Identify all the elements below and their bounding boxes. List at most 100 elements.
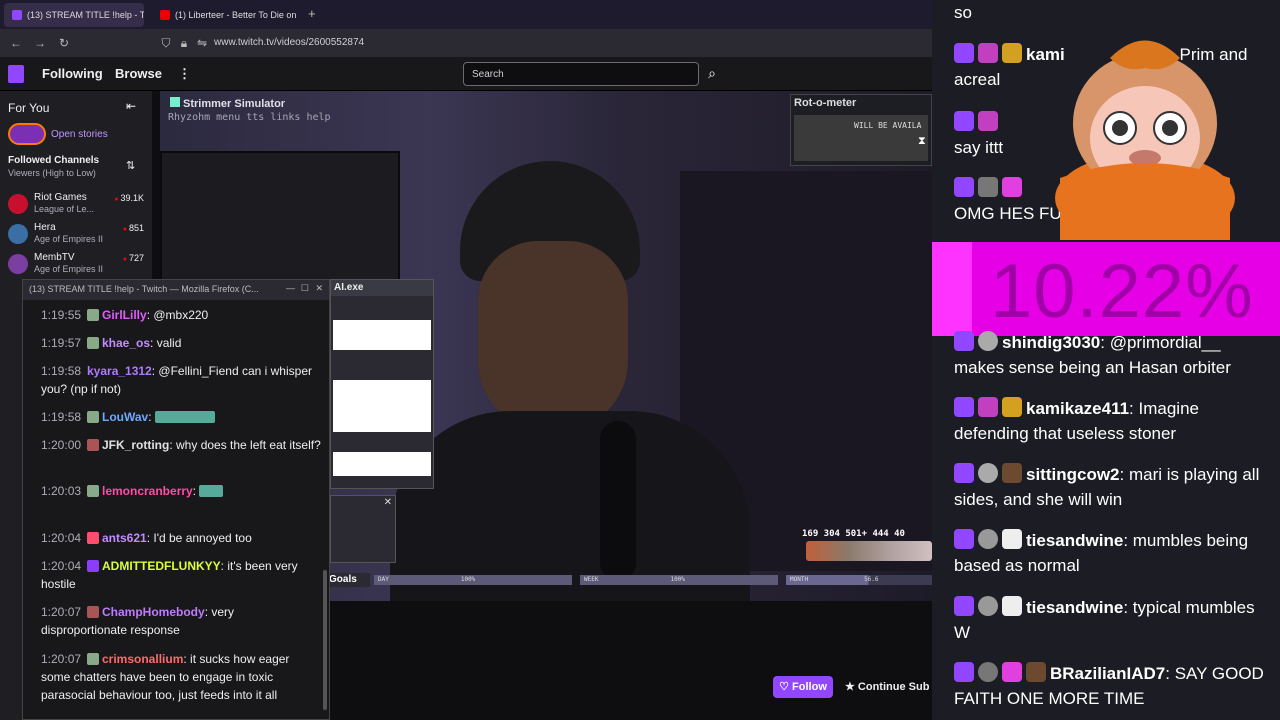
badge-icon xyxy=(954,43,974,63)
chat-message: 1:19:58 LouWav: xyxy=(41,408,321,426)
diamond-badge-icon xyxy=(1002,662,1022,682)
popup-title-bar[interactable]: (13) STREAM TITLE !help - Twitch — Mozil… xyxy=(23,280,329,300)
avatar xyxy=(978,662,998,682)
sidebar-item-hera[interactable]: Hera Age of Empires II 851 xyxy=(8,221,148,249)
reload-icon[interactable]: ↻ xyxy=(52,36,76,50)
ai-exe-window: AI.exe xyxy=(330,279,434,489)
for-you-heading: For You xyxy=(8,101,50,115)
app-icon xyxy=(170,97,180,107)
chat-message: tiesandwine: typical mumbles W xyxy=(954,596,1255,642)
badge-icon xyxy=(87,606,99,618)
badge-icon xyxy=(1002,397,1022,417)
url-bar: ← → ↻ ⛉ 🔒︎ ⇋ www.twitch.tv/videos/260055… xyxy=(0,29,932,57)
youtube-favicon-icon xyxy=(160,10,170,20)
stories-avatars[interactable] xyxy=(8,123,46,145)
gift-counters: 169 304 501+ 444 40 xyxy=(802,529,905,539)
browser-tab-bar: (13) STREAM TITLE !help - T (1) Libertee… xyxy=(0,0,932,29)
screen: (13) STREAM TITLE !help - T (1) Libertee… xyxy=(0,0,1280,720)
sidebar-item-riot-games[interactable]: Riot Games League of Le... 39.1K xyxy=(8,191,148,219)
forward-icon[interactable]: → xyxy=(28,36,52,50)
gift-icons xyxy=(806,541,932,561)
badge-icon xyxy=(978,111,998,131)
sort-icon[interactable]: ⇅ xyxy=(126,159,135,172)
search-input[interactable]: Search xyxy=(463,62,699,86)
follow-button[interactable]: ♡ Follow xyxy=(773,676,833,698)
avatar xyxy=(8,224,28,244)
badge-icon xyxy=(978,43,998,63)
ai-msg-box xyxy=(333,320,431,350)
browser-tab-active[interactable]: (13) STREAM TITLE !help - T xyxy=(4,3,144,27)
url-text[interactable]: www.twitch.tv/videos/2600552874 xyxy=(214,37,364,48)
pumpkin-monkey-mascot xyxy=(1055,40,1235,240)
badge-icon xyxy=(954,529,974,549)
ai-msg-box xyxy=(333,380,431,432)
badge-icon xyxy=(954,111,974,131)
goals-label: Goals xyxy=(326,573,370,587)
browse-link[interactable]: Browse xyxy=(115,66,162,81)
search-icon[interactable]: ⌕ xyxy=(700,62,724,86)
badge-icon xyxy=(978,177,998,197)
badge-icon xyxy=(954,397,974,417)
badge-icon xyxy=(954,463,974,483)
twitch-logo-icon[interactable] xyxy=(8,65,24,83)
following-link[interactable]: Following xyxy=(42,66,103,81)
chat-message: 1:20:07 ChampHomebody: very disproportion… xyxy=(41,605,235,637)
minimize-icon[interactable]: — xyxy=(286,283,295,293)
continue-sub-button[interactable]: ★ Continue Sub xyxy=(845,676,930,698)
avatar xyxy=(978,463,998,483)
popup-chat-window: (13) STREAM TITLE !help - Twitch — Mozil… xyxy=(22,279,330,720)
chat-message: 1:19:57 khae_os: valid xyxy=(41,336,182,350)
overlay-title: Strimmer Simulator xyxy=(166,95,786,113)
overlay-menu: Rhyzohm menu tts links help xyxy=(168,112,331,123)
close-icon[interactable]: ✕ xyxy=(315,283,323,294)
heart-icon: ♡ xyxy=(779,681,793,693)
badge-icon xyxy=(1002,43,1022,63)
chat-message: kamikaze411: Imagine defending that usel… xyxy=(954,397,1199,443)
emote-icon xyxy=(154,411,215,423)
open-stories-link[interactable]: Open stories xyxy=(51,129,108,140)
pumpkin-body-shape xyxy=(1060,163,1230,240)
sort-label: Viewers (High to Low) xyxy=(8,168,96,178)
avatar xyxy=(8,194,28,214)
sidebar-item-membtv[interactable]: MembTV Age of Empires II 727 xyxy=(8,251,148,279)
new-tab-icon[interactable]: + xyxy=(308,6,316,21)
chat-message: 1:19:55 GirlLilly: @mbx220 xyxy=(41,308,209,322)
star-icon: ★ xyxy=(845,681,858,693)
hoodie-shape xyxy=(390,411,750,601)
rot-o-meter-window: Rot-o-meter WILL BE AVAILA ⧗ xyxy=(790,94,932,166)
ai-exe-title: AI.exe xyxy=(331,280,433,296)
emote-icon xyxy=(199,485,224,497)
scrollbar[interactable] xyxy=(323,570,327,710)
badge-icon xyxy=(87,337,99,349)
face-shape xyxy=(478,241,628,431)
badge-icon xyxy=(954,177,974,197)
twitch-top-nav: Following Browse ⋮ Search ⌕ xyxy=(0,57,932,91)
permissions-icon[interactable]: ⇋ xyxy=(190,36,214,50)
back-icon[interactable]: ← xyxy=(4,36,28,50)
rot-o-meter-title: Rot-o-meter xyxy=(794,97,857,109)
badge-icon xyxy=(954,331,974,351)
maximize-icon[interactable]: ☐ xyxy=(301,283,309,294)
chat-message: 1:20:04 ADMITTEDFLUNKYY: it's been very h… xyxy=(41,559,298,591)
chat-message: 1:20:04 ants621: I'd be annoyed too xyxy=(41,531,252,545)
percent-banner-edge xyxy=(932,242,972,336)
close-icon[interactable]: ✕ xyxy=(384,497,392,508)
month-goal-bar: MONTH 56.6 xyxy=(786,575,932,585)
week-goal-bar: WEEK 100% xyxy=(580,575,778,585)
heart-badge-icon xyxy=(87,532,99,544)
microphone-shape xyxy=(600,421,636,581)
avatar xyxy=(978,529,998,549)
chat-message: sittingcow2: mari is playing all sides, … xyxy=(954,463,1260,509)
badge-icon xyxy=(1002,463,1022,483)
chat-message: 1:20:07 crimsonallium: it sucks how eager… xyxy=(41,652,290,702)
badge-icon xyxy=(1002,177,1022,197)
browser-tab[interactable]: (1) Liberteer - Better To Die on xyxy=(152,3,300,27)
more-icon[interactable]: ⋮ xyxy=(178,66,191,82)
triangle-badge-icon xyxy=(1002,529,1022,549)
badge-icon xyxy=(87,485,99,497)
collapse-icon[interactable]: ⇤ xyxy=(126,99,136,113)
avatar xyxy=(978,331,998,351)
followed-channels-heading: Followed Channels xyxy=(8,155,100,166)
creator-window: ✕ xyxy=(330,495,396,563)
chat-message: 1:19:58 kyara_1312: @Fellini_Fiend can i … xyxy=(41,364,312,396)
